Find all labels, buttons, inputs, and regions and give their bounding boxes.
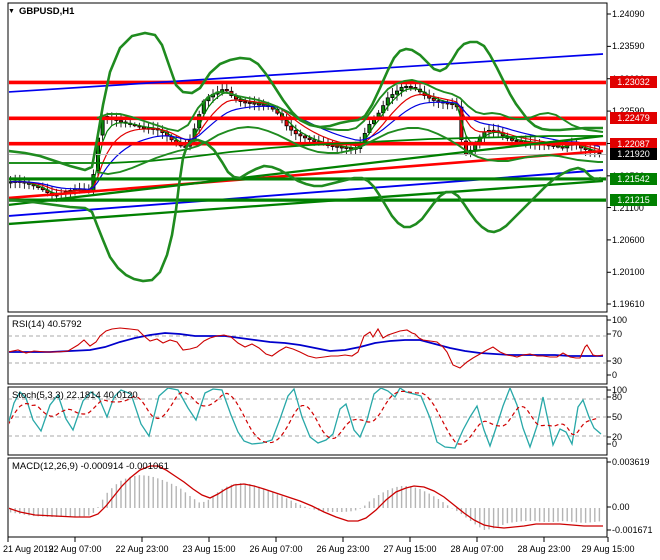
price-tick: 1.23590: [612, 41, 645, 52]
time-label: 28 Aug 23:00: [517, 544, 571, 554]
price-badge: 1.21542: [610, 172, 657, 185]
rsi-tick: 30: [612, 356, 623, 366]
price-badge: 1.23032: [610, 76, 657, 89]
price-tick: 1.20600: [612, 234, 645, 245]
macd-indicator-label: MACD(12,26,9) -0.000914 -0.001061: [12, 461, 169, 472]
rsi-indicator-label: RSI(14) 40.5792: [12, 319, 82, 330]
time-label: 27 Aug 15:00: [383, 544, 437, 554]
chart-canvas[interactable]: [0, 0, 660, 560]
symbol-label[interactable]: ▼ GBPUSD,H1: [8, 6, 74, 17]
symbol-timeframe-text: GBPUSD,H1: [18, 6, 75, 17]
trading-terminal-window: ▼ GBPUSD,H1 RSI(14) 40.5792 Stoch(5,3,3)…: [0, 0, 660, 560]
time-label: 29 Aug 15:00: [581, 544, 635, 554]
time-label: 26 Aug 23:00: [316, 544, 370, 554]
time-label: 22 Aug 07:00: [48, 544, 102, 554]
rsi-tick: 70: [612, 329, 623, 339]
price-badge: 1.21215: [610, 194, 657, 207]
time-label: 21 Aug 2019: [3, 544, 54, 554]
stoch-indicator-label: Stoch(5,3,3) 22.1814 40.0120: [12, 390, 138, 401]
stoch-tick: 50: [612, 412, 623, 422]
time-label: 28 Aug 07:00: [450, 544, 504, 554]
price-tick: 1.19610: [612, 298, 645, 309]
rsi-tick: 100: [612, 315, 628, 325]
time-label: 26 Aug 07:00: [249, 544, 303, 554]
macd-tick: -0.001671: [612, 525, 653, 535]
macd-tick: 0.00: [612, 502, 630, 512]
price-badge: 1.22479: [610, 112, 657, 125]
price-tick: 1.20100: [612, 267, 645, 278]
macd-tick: 0.003619: [612, 457, 650, 467]
time-label: 23 Aug 15:00: [182, 544, 236, 554]
price-badge: 1.21920: [610, 148, 657, 161]
collapse-chart-icon[interactable]: ▼: [8, 8, 15, 15]
rsi-tick: 0: [612, 370, 618, 380]
stoch-tick: 0: [612, 439, 618, 449]
time-label: 22 Aug 23:00: [115, 544, 169, 554]
price-tick: 1.24090: [612, 9, 645, 19]
stoch-tick: 80: [612, 392, 623, 402]
